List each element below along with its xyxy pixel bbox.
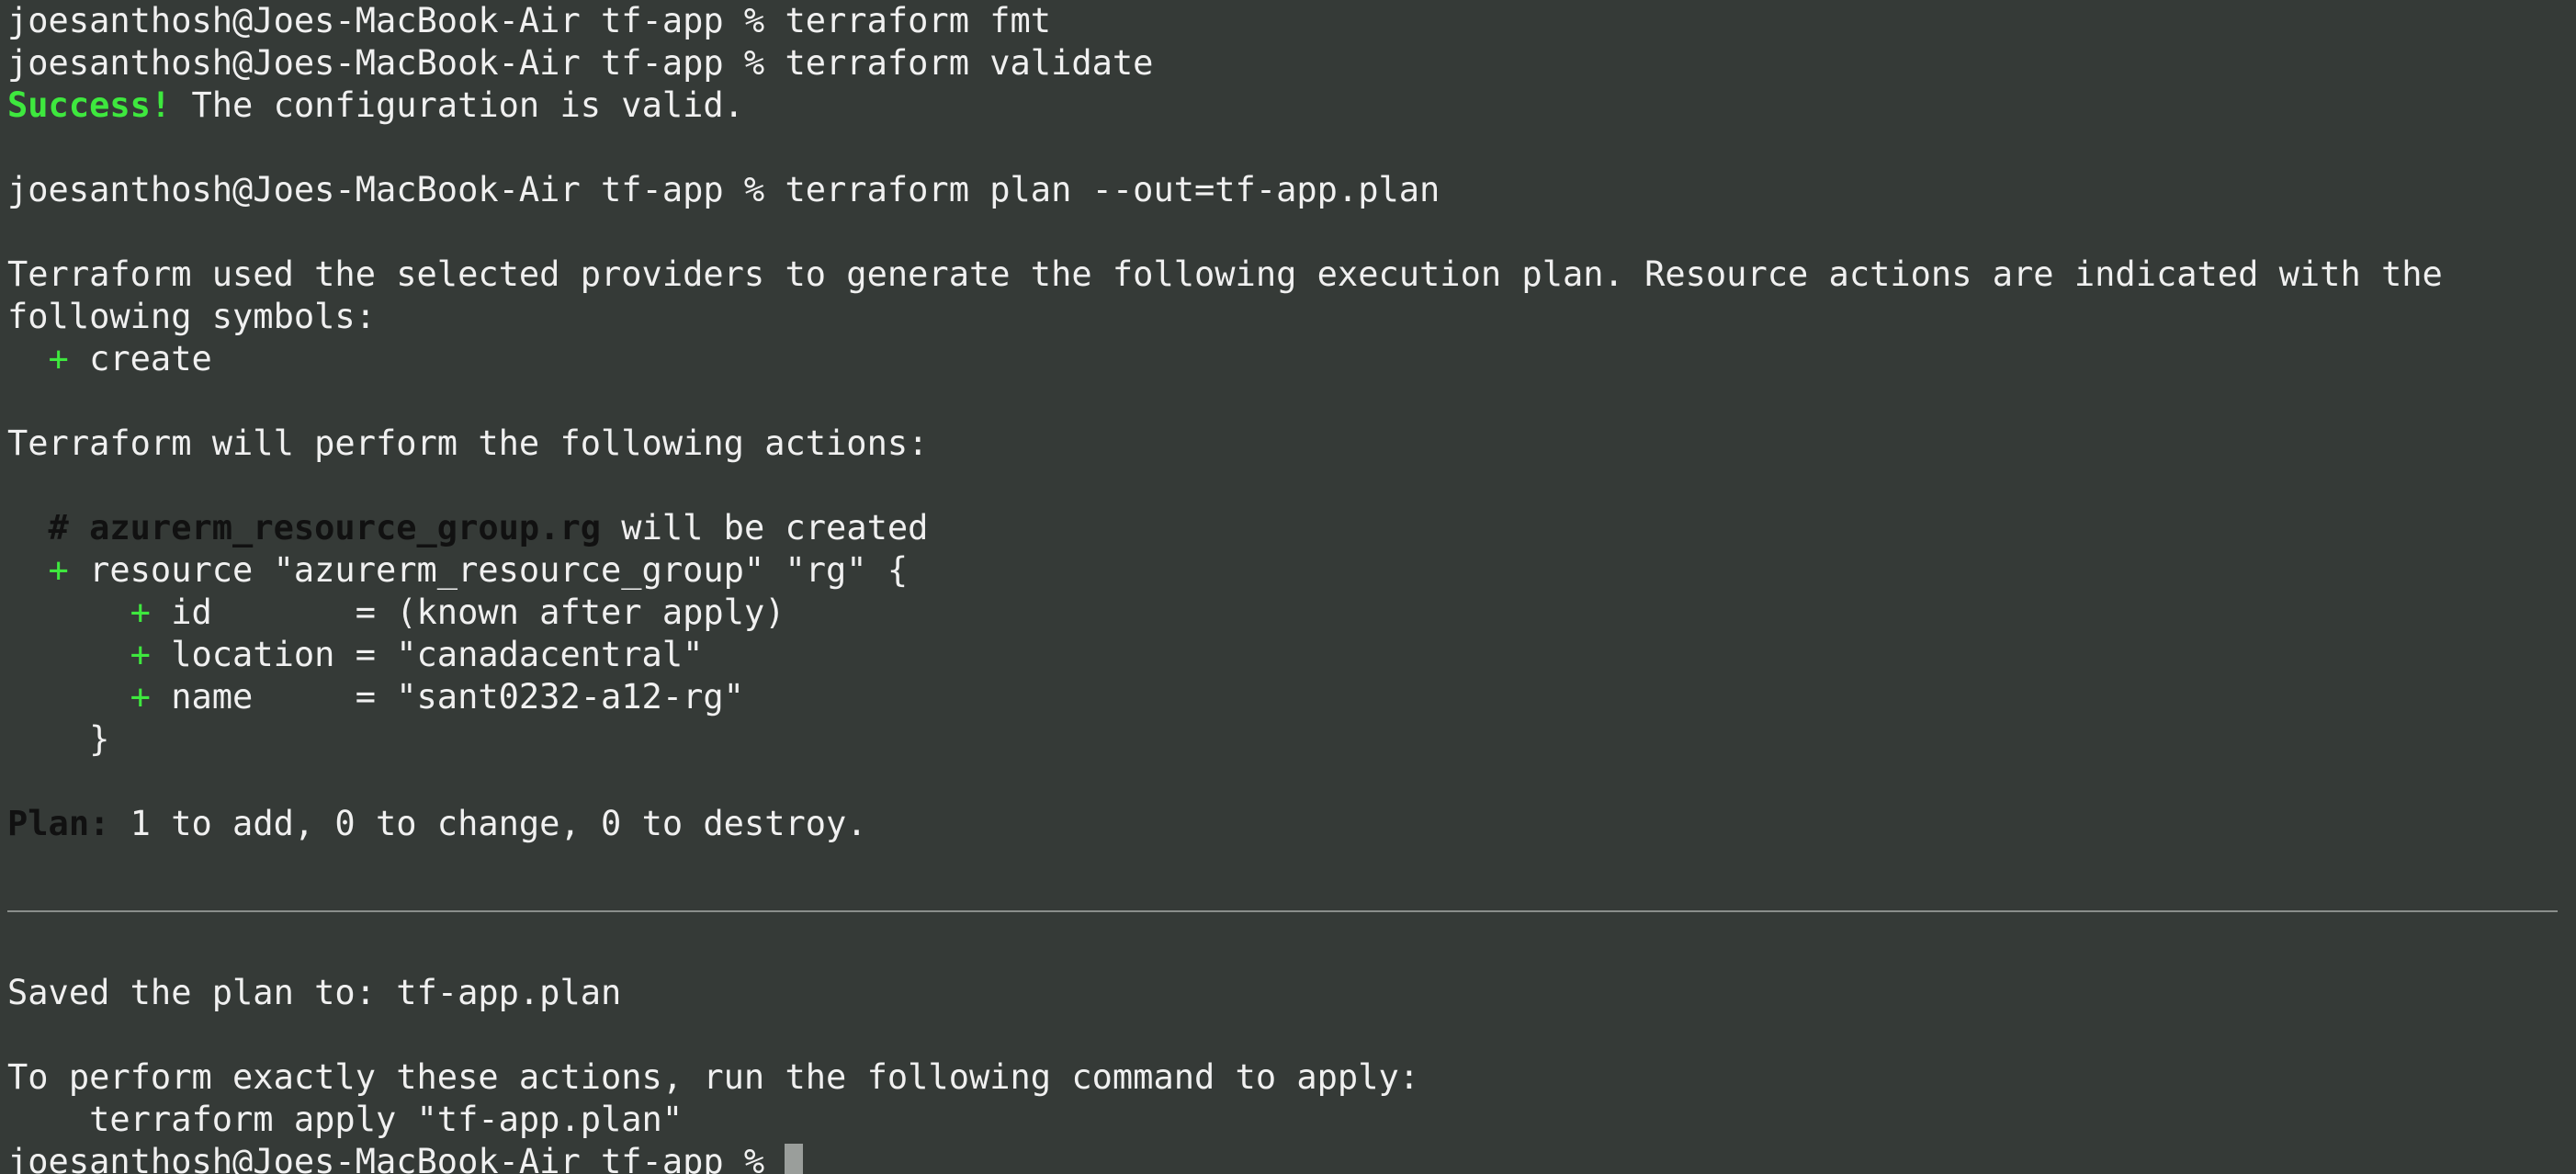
resource-closing-brace: } xyxy=(7,719,110,759)
resource-comment-suffix: will be created xyxy=(601,508,929,547)
plan-label: Plan: xyxy=(7,804,110,843)
command-text: terraform validate xyxy=(785,43,1154,83)
comment-hash: # xyxy=(7,508,90,547)
actions-header: Terraform will perform the following act… xyxy=(7,423,929,463)
horizontal-divider xyxy=(7,887,2576,930)
validate-output-line: Success! The configuration is valid. xyxy=(7,85,2576,127)
validate-message: The configuration is valid. xyxy=(171,85,744,125)
resource-comment-line: # azurerm_resource_group.rg will be crea… xyxy=(7,507,2576,549)
plus-symbol: + xyxy=(7,550,69,590)
shell-prompt: joesanthosh@Joes-MacBook-Air tf-app % xyxy=(7,170,785,209)
command-text: terraform fmt xyxy=(785,1,1052,40)
text-cursor[interactable] xyxy=(785,1144,804,1174)
resource-address: azurerm_resource_group.rg xyxy=(89,508,602,547)
plus-symbol: + xyxy=(7,593,151,632)
resource-attribute-line: + location = "canadacentral" xyxy=(7,634,2576,676)
symbol-legend-line: + create xyxy=(7,338,2576,380)
plan-summary-text: 1 to add, 0 to change, 0 to destroy. xyxy=(109,804,867,843)
attribute-text: id = (known after apply) xyxy=(150,593,785,632)
command-line-plan: joesanthosh@Joes-MacBook-Air tf-app % te… xyxy=(7,169,2576,211)
symbol-label: create xyxy=(68,339,212,378)
apply-hint-line: To perform exactly these actions, run th… xyxy=(7,1057,1420,1097)
plus-symbol: + xyxy=(7,339,69,378)
shell-prompt: joesanthosh@Joes-MacBook-Air tf-app % xyxy=(7,43,785,83)
plan-intro-line-1: Terraform used the selected providers to… xyxy=(7,254,2443,294)
resource-declaration: resource "azurerm_resource_group" "rg" { xyxy=(68,550,909,590)
active-prompt-line[interactable]: joesanthosh@Joes-MacBook-Air tf-app % xyxy=(7,1141,2576,1174)
terminal-window[interactable]: joesanthosh@Joes-MacBook-Air tf-app % te… xyxy=(0,0,2576,1174)
success-label: Success! xyxy=(7,85,172,125)
attribute-text: name = "sant0232-a12-rg" xyxy=(150,677,744,717)
command-line-fmt: joesanthosh@Joes-MacBook-Air tf-app % te… xyxy=(7,0,2576,42)
shell-prompt: joesanthosh@Joes-MacBook-Air tf-app % xyxy=(7,1142,785,1174)
resource-attribute-line: + name = "sant0232-a12-rg" xyxy=(7,676,2576,718)
command-line-validate: joesanthosh@Joes-MacBook-Air tf-app % te… xyxy=(7,42,2576,85)
apply-command-line: terraform apply "tf-app.plan" xyxy=(7,1100,684,1139)
plus-symbol: + xyxy=(7,677,151,717)
plan-summary-line: Plan: 1 to add, 0 to change, 0 to destro… xyxy=(7,803,2576,845)
attribute-text: location = "canadacentral" xyxy=(150,635,704,674)
plus-symbol: + xyxy=(7,635,151,674)
command-text: terraform plan --out=tf-app.plan xyxy=(785,170,1441,209)
shell-prompt: joesanthosh@Joes-MacBook-Air tf-app % xyxy=(7,1,785,40)
resource-declaration-line: + resource "azurerm_resource_group" "rg"… xyxy=(7,549,2576,592)
saved-plan-line: Saved the plan to: tf-app.plan xyxy=(7,973,622,1012)
plan-intro-line-2: following symbols: xyxy=(7,297,376,336)
resource-attribute-line: + id = (known after apply) xyxy=(7,592,2576,634)
